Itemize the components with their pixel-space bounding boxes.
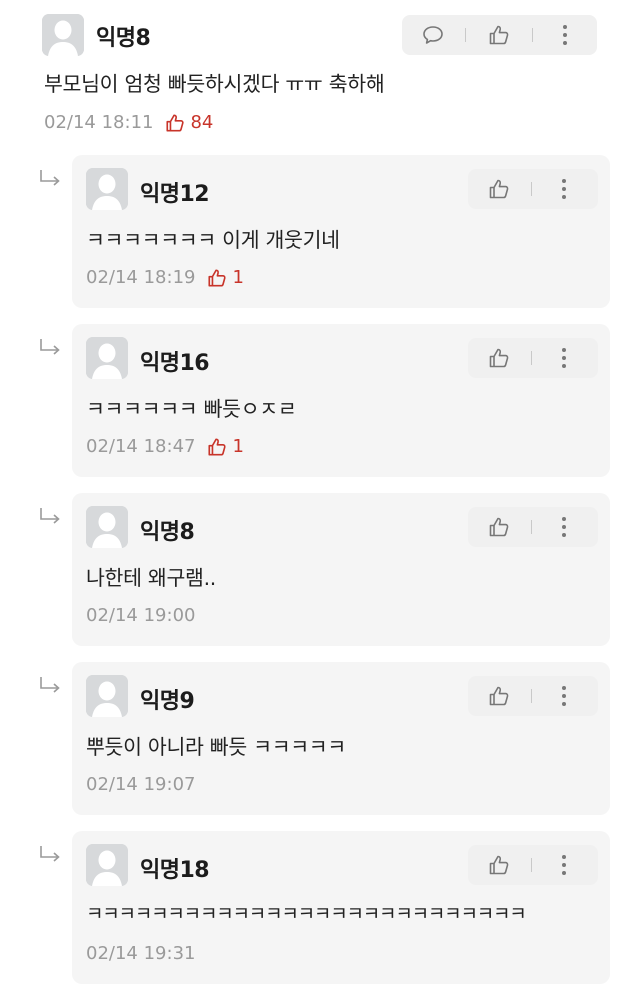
thumbs-up-icon[interactable] <box>482 845 516 885</box>
thumbs-up-icon[interactable] <box>482 169 516 209</box>
separator <box>531 351 532 365</box>
vertical-dots-icon[interactable] <box>547 169 581 209</box>
reply-time: 02/14 19:31 <box>86 943 196 964</box>
default-avatar-icon <box>86 337 128 379</box>
like-count-value: 1 <box>232 267 244 288</box>
comment-author[interactable]: 익명8 <box>96 20 151 52</box>
separator <box>531 182 532 196</box>
reply-card: 익명12 ㅋㅋㅋㅋㅋㅋㅋ 이게 개웃기네 02/14 18:19 1 <box>72 155 610 308</box>
like-count: 1 <box>207 436 244 457</box>
reply-card: 익명9 뿌듯이 아니라 빠듯 ㅋㅋㅋㅋㅋ 02/14 19:07 <box>72 662 610 815</box>
comment-meta: 02/14 18:11 84 <box>44 112 213 133</box>
reply-author[interactable]: 익명12 <box>140 176 210 208</box>
reply-text: ㅋㅋㅋㅋㅋㅋㅋ 이게 개웃기네 <box>86 228 340 252</box>
reply-time: 02/14 19:00 <box>86 605 196 626</box>
like-count: 84 <box>165 112 213 133</box>
reply-text: 나한테 왜구램.. <box>86 566 217 590</box>
thumbs-up-icon <box>208 268 227 287</box>
reply-time: 02/14 18:47 <box>86 436 196 457</box>
reply-text: ㅋㅋㅋㅋㅋㅋㅋㅋㅋㅋㅋㅋㅋㅋㅋㅋㅋㅋㅋㅋㅋㅋㅋㅋㅋㅋㅋ <box>86 903 527 925</box>
speech-bubble-icon[interactable] <box>416 15 450 55</box>
comment-text: 부모님이 엄청 빠듯하시겠다 ㅠㅠ 축하해 <box>44 72 385 96</box>
vertical-dots-icon[interactable] <box>548 15 582 55</box>
reply-arrow-icon <box>40 508 60 524</box>
like-count-value: 84 <box>190 112 214 133</box>
separator <box>531 520 532 534</box>
like-count-value: 1 <box>232 436 244 457</box>
reply-meta: 02/14 18:19 1 <box>86 267 244 288</box>
reply-actions <box>468 507 598 547</box>
reply-author[interactable]: 익명18 <box>140 852 210 884</box>
reply-text: ㅋㅋㅋㅋㅋㅋ 빠듯ㅇㅈㄹ <box>86 397 297 421</box>
thumbs-up-icon[interactable] <box>482 15 516 55</box>
thumbs-up-icon[interactable] <box>482 338 516 378</box>
separator <box>531 689 532 703</box>
reply-actions <box>468 338 598 378</box>
reply-meta: 02/14 18:47 1 <box>86 436 244 457</box>
default-avatar-icon <box>86 844 128 886</box>
reply-time: 02/14 19:07 <box>86 774 196 795</box>
separator <box>465 28 466 42</box>
default-avatar-icon <box>86 168 128 210</box>
reply-author[interactable]: 익명8 <box>140 514 195 546</box>
reply-arrow-icon <box>40 170 60 186</box>
like-count: 1 <box>207 267 244 288</box>
reply-actions <box>468 845 598 885</box>
reply-arrow-icon <box>40 339 60 355</box>
vertical-dots-icon[interactable] <box>547 338 581 378</box>
reply-actions <box>468 676 598 716</box>
reply-card: 익명16 ㅋㅋㅋㅋㅋㅋ 빠듯ㅇㅈㄹ 02/14 18:47 1 <box>72 324 610 477</box>
reply-text: 뿌듯이 아니라 빠듯 ㅋㅋㅋㅋㅋ <box>86 735 346 759</box>
reply-meta: 02/14 19:07 <box>86 774 195 795</box>
vertical-dots-icon[interactable] <box>547 676 581 716</box>
vertical-dots-icon[interactable] <box>547 507 581 547</box>
reply-author[interactable]: 익명9 <box>140 683 195 715</box>
reply-arrow-icon <box>40 846 60 862</box>
default-avatar-icon <box>42 14 84 56</box>
thumbs-up-icon[interactable] <box>482 507 516 547</box>
reply-time: 02/14 18:19 <box>86 267 196 288</box>
comment-actions <box>402 15 597 55</box>
reply-card: 익명8 나한테 왜구램.. 02/14 19:00 <box>72 493 610 646</box>
separator <box>532 28 533 42</box>
reply-meta: 02/14 19:31 <box>86 943 195 964</box>
thumbs-up-icon[interactable] <box>482 676 516 716</box>
default-avatar-icon <box>86 506 128 548</box>
reply-card: 익명18 ㅋㅋㅋㅋㅋㅋㅋㅋㅋㅋㅋㅋㅋㅋㅋㅋㅋㅋㅋㅋㅋㅋㅋㅋㅋㅋㅋ 02/14 1… <box>72 831 610 984</box>
comment-time: 02/14 18:11 <box>44 112 154 133</box>
reply-meta: 02/14 19:00 <box>86 605 195 626</box>
thumbs-up-icon <box>208 437 227 456</box>
vertical-dots-icon[interactable] <box>547 845 581 885</box>
reply-actions <box>468 169 598 209</box>
separator <box>531 858 532 872</box>
default-avatar-icon <box>86 675 128 717</box>
thumbs-up-icon <box>166 113 185 132</box>
reply-arrow-icon <box>40 677 60 693</box>
reply-author[interactable]: 익명16 <box>140 345 210 377</box>
